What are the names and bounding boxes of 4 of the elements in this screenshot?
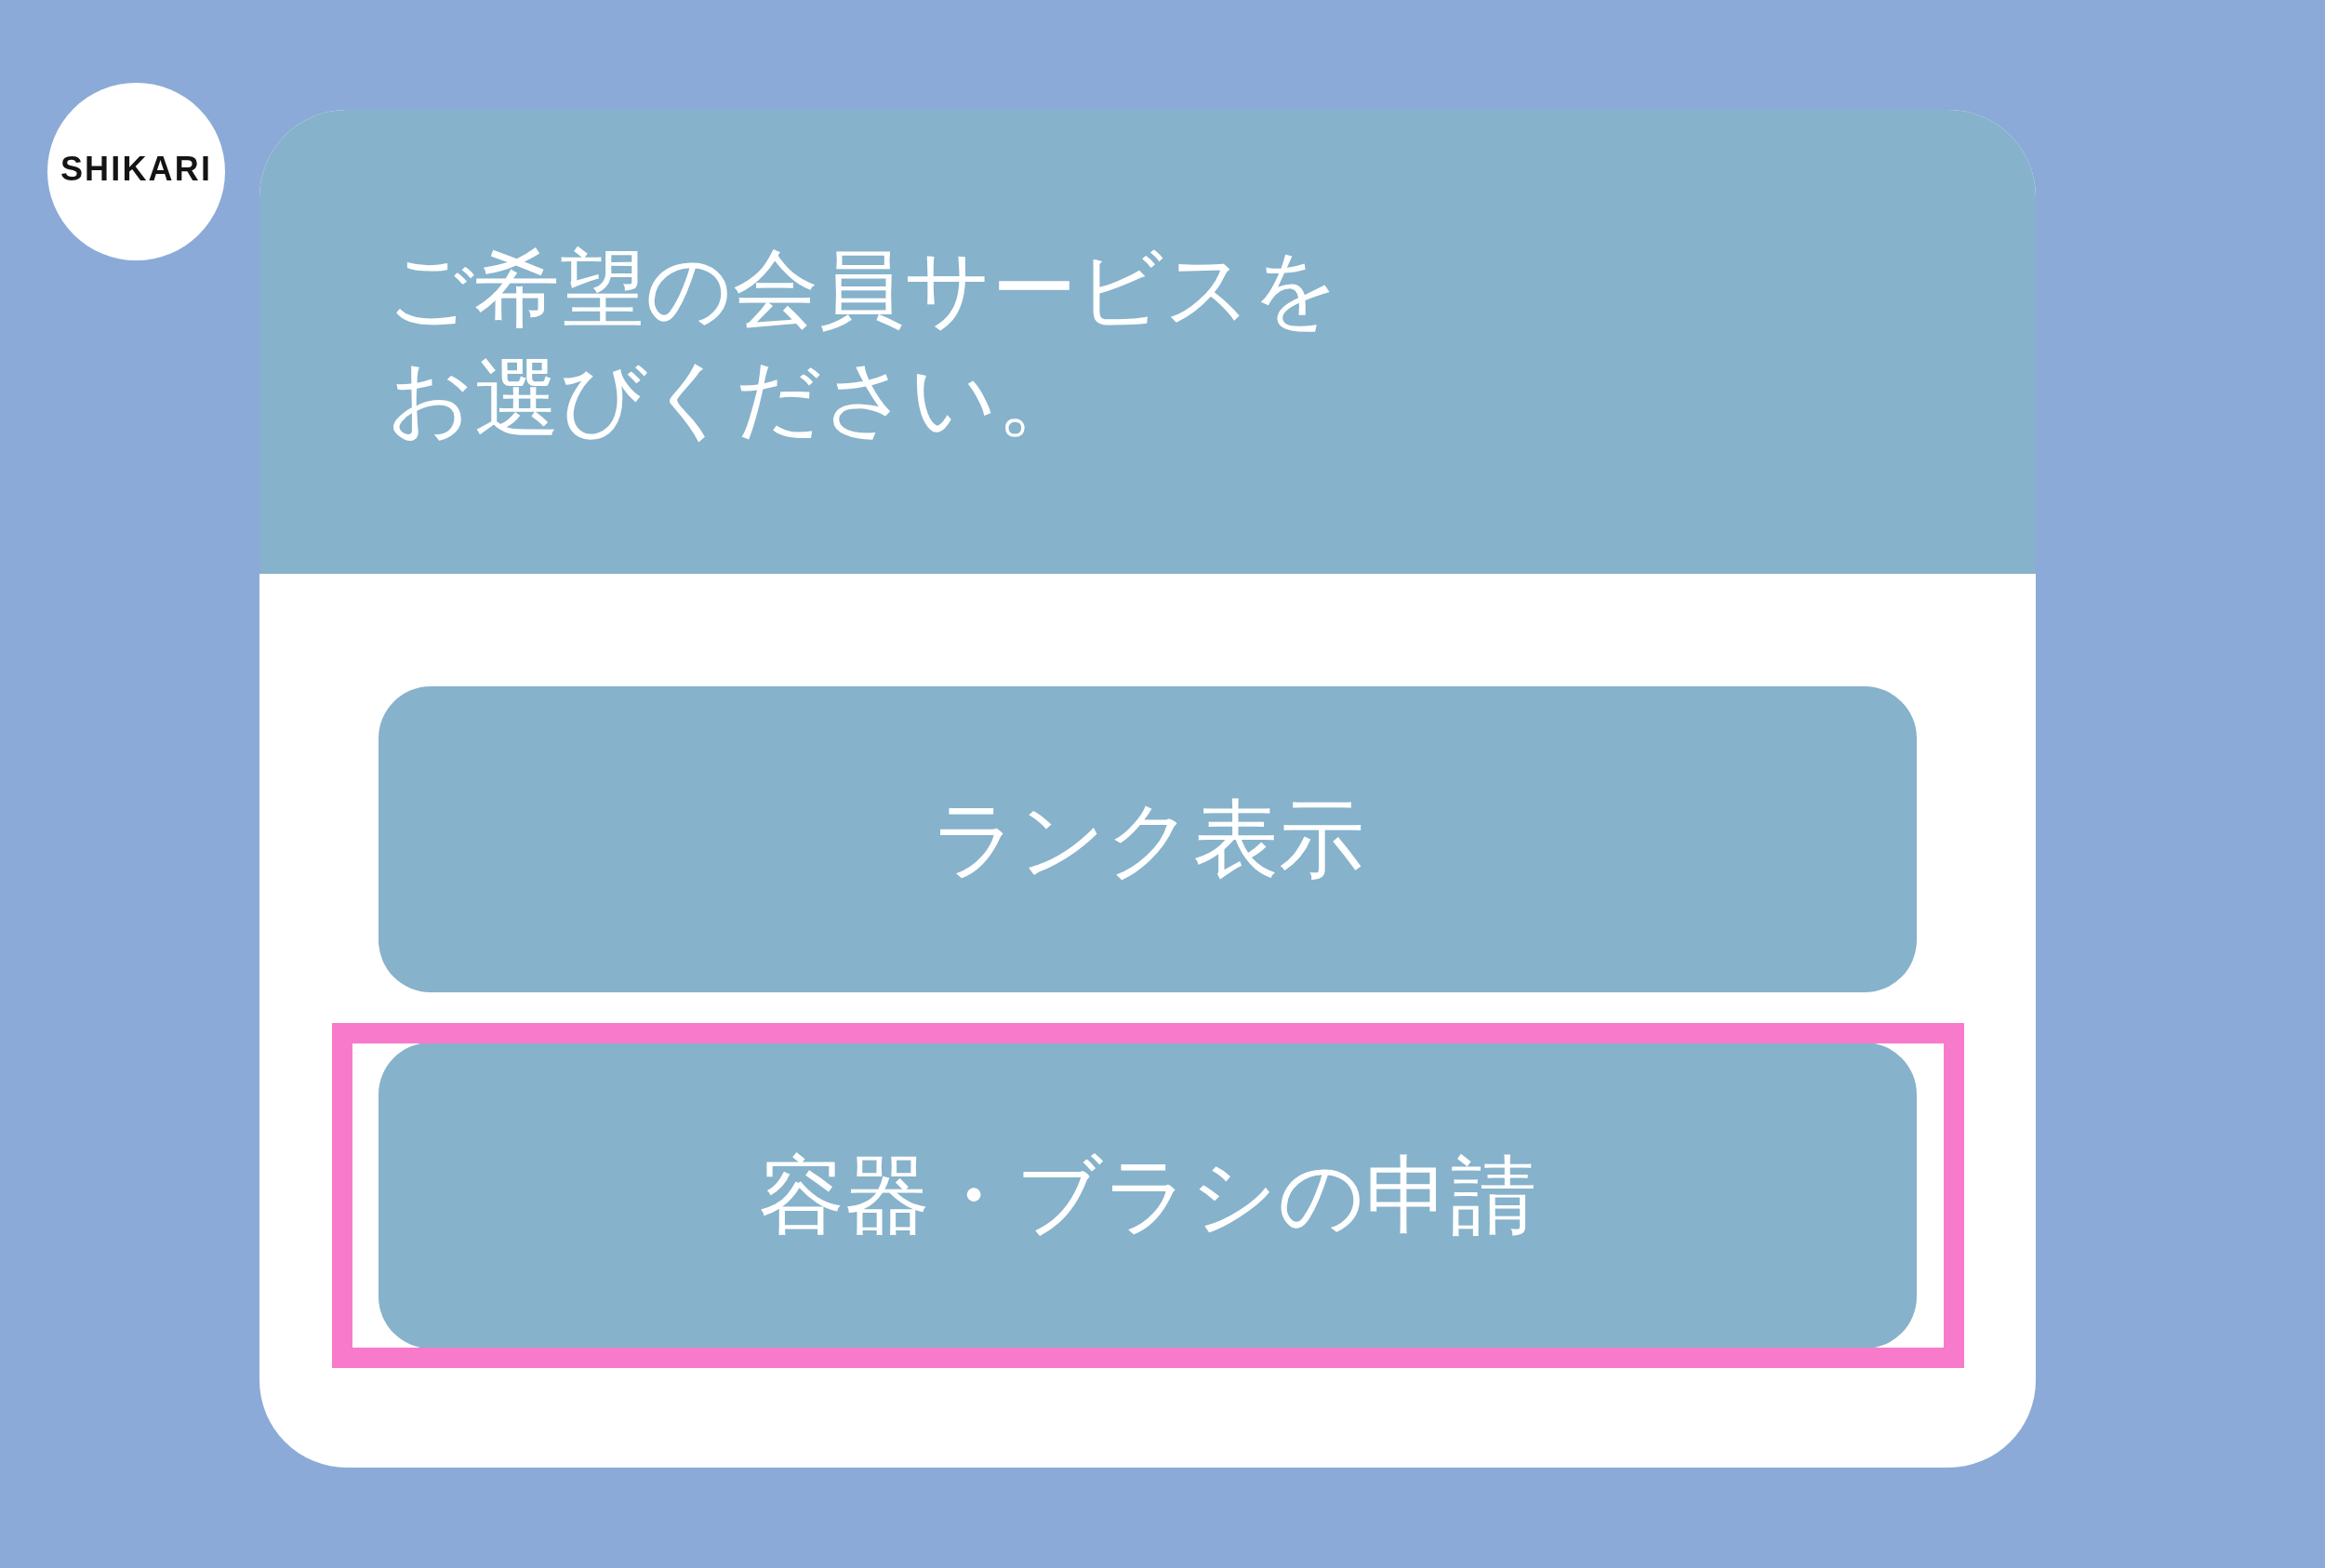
option-button[interactable]: 容器・ブラシの申請 [379,1043,1917,1349]
logo-avatar: SHIKARI [47,83,225,260]
message-text: ご希望の会員サービスをお選びください。 [387,238,1340,450]
option-button[interactable]: ランク表示 [379,686,1917,992]
